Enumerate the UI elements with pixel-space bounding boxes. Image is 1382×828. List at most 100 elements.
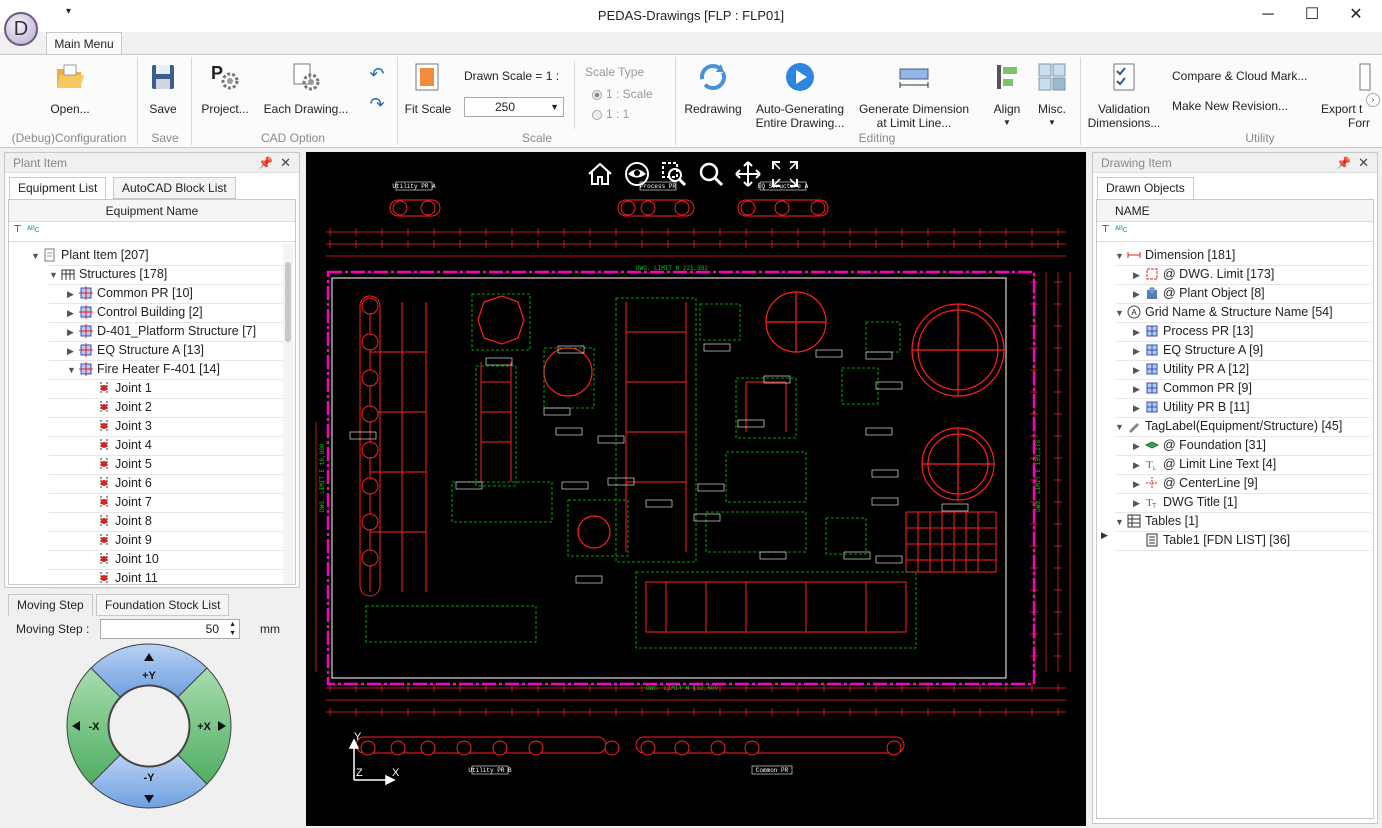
close-icon[interactable]: ✕ [280, 153, 291, 173]
tree-item[interactable]: Joint 6 [85, 474, 152, 493]
tree-item[interactable]: ▶ Common PR [10] [67, 284, 193, 303]
tree-item[interactable]: Joint 7 [85, 493, 152, 512]
pin-icon[interactable]: 📌 [258, 153, 273, 173]
tab-foundation-stock-list[interactable]: Foundation Stock List [96, 594, 230, 616]
maximize-button[interactable]: ☐ [1292, 4, 1332, 26]
drawn-object-item[interactable]: ▶ @ Plant Object [8] [1133, 284, 1265, 303]
cad-canvas[interactable]: Utility PR A Process PR EQ Structure A U… [306, 152, 1086, 826]
tree-item[interactable]: ▼ Fire Heater F-401 [14] [67, 360, 220, 379]
drawn-scale-combo[interactable]: 250 ▼ [464, 97, 564, 117]
minimize-button[interactable]: ─ [1248, 4, 1288, 26]
expander-icon[interactable]: ▶ [1133, 361, 1145, 380]
drawn-object-item[interactable]: Table1 [FDN LIST] [36] [1133, 531, 1290, 550]
column-header-equipment-name[interactable]: Equipment Name [9, 200, 295, 222]
expander-icon[interactable]: ▼ [67, 361, 79, 380]
expander-icon[interactable]: ▶ [1133, 456, 1145, 475]
app-logo[interactable]: D [4, 12, 38, 46]
expander-icon[interactable]: ▼ [31, 247, 43, 266]
expander-icon[interactable]: ▶ [1133, 342, 1145, 361]
redo-button[interactable]: ↷ [367, 95, 387, 113]
save-button[interactable]: Save [143, 61, 183, 116]
drawn-object-item[interactable]: ▶ T T DWG Title [1] [1133, 493, 1237, 512]
generate-dimension-button[interactable]: Generate Dimension at Limit Line... [855, 61, 973, 130]
quick-access-dropdown[interactable]: ▾ [66, 6, 71, 17]
filter-row[interactable]: ⊤ ᴬᴮc [9, 222, 295, 242]
scale-type-1to1-radio[interactable]: 1 : 1 [592, 107, 629, 121]
moving-step-input[interactable]: 50 ▲ ▼ [100, 619, 240, 639]
scale-type-scale-radio[interactable]: 1 : Scale [592, 87, 653, 101]
expander-icon[interactable]: ▼ [1115, 513, 1127, 532]
expander-icon[interactable]: ▼ [1115, 247, 1127, 266]
expander-icon[interactable]: ▶ [67, 285, 79, 304]
tab-main-menu[interactable]: Main Menu [46, 32, 122, 55]
tree-scrollbar[interactable] [283, 244, 293, 584]
tree-item[interactable]: Joint 2 [85, 398, 152, 417]
undo-button[interactable]: ↶ [367, 65, 387, 83]
ribbon-scroll-right-icon[interactable]: › [1366, 93, 1380, 107]
tab-autocad-block-list[interactable]: AutoCAD Block List [113, 177, 236, 199]
expander-icon[interactable]: ▶ [1133, 323, 1145, 342]
tab-drawn-objects[interactable]: Drawn Objects [1097, 177, 1194, 199]
tree-item[interactable]: ▼ Plant Item [207] [31, 246, 149, 265]
open-button[interactable]: Open... [40, 61, 100, 116]
drawn-object-item[interactable]: ▶ @ CenterLine [9] [1133, 474, 1258, 493]
misc-button[interactable]: Misc. ▼ [1034, 61, 1070, 130]
drawn-object-item[interactable]: ▶ @ DWG. Limit [173] [1133, 265, 1274, 284]
drawn-object-item[interactable]: ▼ Dimension [181] [1115, 246, 1235, 265]
expander-icon[interactable]: ▶ [67, 323, 79, 342]
close-icon[interactable]: ✕ [1358, 153, 1369, 173]
expander-icon[interactable]: ▶ [1133, 380, 1145, 399]
drawn-object-item[interactable]: ▶ EQ Structure A [9] [1133, 341, 1263, 360]
tree-item[interactable]: ▶ EQ Structure A [13] [67, 341, 204, 360]
tree-item[interactable]: Joint 11 [85, 569, 158, 588]
drawn-object-item[interactable]: ▶ Common PR [9] [1133, 379, 1252, 398]
tree-item[interactable]: Joint 9 [85, 531, 152, 550]
expander-icon[interactable]: ▼ [1115, 418, 1127, 437]
drawn-object-item[interactable]: ▼ A Grid Name & Structure Name [54] [1115, 303, 1333, 322]
tree-item[interactable]: Joint 4 [85, 436, 152, 455]
drawn-object-item[interactable]: ▶ @ Foundation [31] [1133, 436, 1266, 455]
column-header-name[interactable]: NAME [1097, 200, 1373, 222]
each-drawing-option-button[interactable]: Each Drawing... [259, 61, 353, 116]
align-button[interactable]: Align ▼ [988, 61, 1026, 130]
filter-row[interactable]: ⊤ ᴬᴮc [1097, 222, 1373, 242]
expander-icon[interactable]: ▶ [1133, 437, 1145, 456]
tree-item[interactable]: Joint 3 [85, 417, 152, 436]
tab-moving-step[interactable]: Moving Step [8, 594, 93, 616]
export-format-button[interactable]: Export t Forr [1316, 61, 1374, 130]
drawn-object-item[interactable]: ▼ Tables [1] [1115, 512, 1199, 531]
tab-equipment-list[interactable]: Equipment List [9, 177, 107, 199]
expander-icon[interactable]: ▶ [1133, 475, 1145, 494]
auto-generating-button[interactable]: Auto-Generating Entire Drawing... [751, 61, 849, 130]
tree-item[interactable]: ▶ Control Building [2] [67, 303, 203, 322]
expander-icon[interactable]: ▶ [67, 304, 79, 323]
drawn-object-item[interactable]: ▼ TagLabel(Equipment/Structure) [45] [1115, 417, 1342, 436]
redrawing-button[interactable]: Redrawing [681, 61, 745, 116]
expander-icon[interactable]: ▶ [1133, 494, 1145, 513]
tree-item[interactable]: Joint 10 [85, 550, 159, 569]
compare-cloud-mark-button[interactable]: Compare & Cloud Mark... [1172, 69, 1307, 83]
expander-icon[interactable]: ▶ [1133, 266, 1145, 285]
drawn-object-item[interactable]: ▶ Utility PR B [11] [1133, 398, 1250, 417]
expander-icon[interactable]: ▶ [67, 342, 79, 361]
spinner-icon[interactable]: ▲ ▼ [229, 620, 236, 638]
project-option-button[interactable]: P Project... [195, 61, 255, 116]
tree-item[interactable]: ▶ D-401_Platform Structure [7] [67, 322, 256, 341]
drawn-object-item[interactable]: ▶ T L @ Limit Line Text [4] [1133, 455, 1276, 474]
tree-item[interactable]: Joint 5 [85, 455, 152, 474]
expander-icon[interactable]: ▼ [1115, 304, 1127, 323]
drawn-object-item[interactable]: ▶ Process PR [13] [1133, 322, 1253, 341]
close-button[interactable]: ✕ [1336, 4, 1376, 26]
pin-icon[interactable]: 📌 [1336, 153, 1351, 173]
tree-item[interactable]: Joint 1 [85, 379, 152, 398]
make-new-revision-button[interactable]: Make New Revision... [1172, 99, 1288, 113]
expander-icon[interactable]: ▶ [1133, 285, 1145, 304]
expander-icon[interactable]: ▼ [49, 266, 61, 285]
tree-item[interactable]: ▼ Structures [178] [49, 265, 167, 284]
fit-scale-button[interactable]: Fit Scale [402, 61, 454, 116]
validation-dimensions-button[interactable]: Validation Dimensions... [1086, 61, 1162, 130]
expander-icon[interactable]: ▶ [1133, 399, 1145, 418]
tree-item[interactable]: Joint 8 [85, 512, 152, 531]
scrollbar-thumb[interactable] [285, 262, 291, 342]
drawn-object-item[interactable]: ▶ Utility PR A [12] [1133, 360, 1249, 379]
